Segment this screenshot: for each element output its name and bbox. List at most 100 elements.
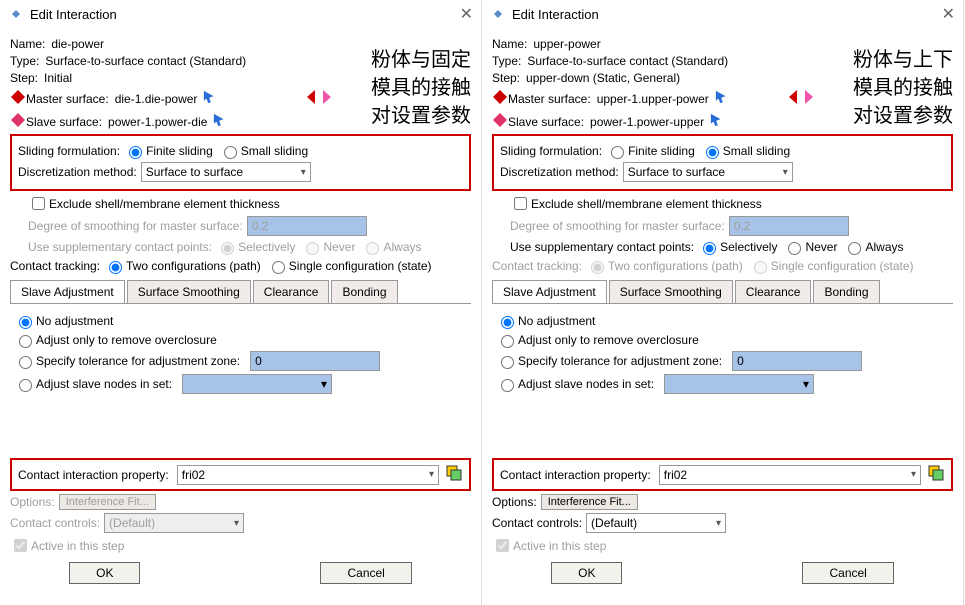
- slave-surface-value: power-1.power-die: [108, 115, 207, 129]
- pointer-icon[interactable]: [710, 113, 724, 130]
- tracking-label: Contact tracking:: [492, 259, 582, 273]
- smoothing-label: Degree of smoothing for master surface:: [510, 219, 725, 233]
- tab-clearance[interactable]: Clearance: [735, 280, 812, 303]
- finite-sliding-radio[interactable]: Finite sliding: [606, 143, 695, 159]
- pointer-icon[interactable]: [203, 90, 217, 107]
- tolerance-field[interactable]: 0: [250, 351, 380, 371]
- window-title: Edit Interaction: [512, 7, 942, 22]
- chevron-down-icon: ▾: [301, 167, 306, 178]
- active-step-checkbox: Active in this step: [10, 536, 124, 555]
- slave-surface-icon: [492, 112, 508, 131]
- chevron-down-icon: ▾: [716, 518, 721, 529]
- window-title: Edit Interaction: [30, 7, 460, 22]
- supp-label: Use supplementary contact points:: [510, 240, 694, 254]
- slave-nodes-radio[interactable]: Adjust slave nodes in set:: [496, 376, 654, 392]
- two-config-radio[interactable]: Two configurations (path): [104, 258, 261, 274]
- right-dialog: Edit Interaction ✕ 粉体与上下 模具的接触 对设置参数 Nam…: [482, 0, 964, 605]
- single-config-radio[interactable]: Single configuration (state): [267, 258, 432, 274]
- titlebar: Edit Interaction ✕: [0, 0, 481, 28]
- step-value: upper-down (Static, General): [526, 71, 680, 85]
- name-value: upper-power: [533, 37, 600, 51]
- slave-nodes-field[interactable]: ▾: [182, 374, 332, 394]
- app-icon: [490, 6, 506, 22]
- close-icon[interactable]: ✕: [942, 4, 955, 24]
- slave-surface-value: power-1.power-upper: [590, 115, 704, 129]
- cancel-button[interactable]: Cancel: [320, 562, 411, 584]
- interference-fit-button[interactable]: Interference Fit...: [541, 494, 638, 510]
- property-label: Contact interaction property:: [500, 468, 651, 482]
- always-radio[interactable]: Always: [843, 239, 903, 255]
- tolerance-radio[interactable]: Specify tolerance for adjustment zone:: [14, 353, 240, 369]
- discretization-dropdown[interactable]: Surface to surface▾: [141, 162, 311, 182]
- close-icon[interactable]: ✕: [460, 4, 473, 24]
- finite-sliding-radio[interactable]: Finite sliding: [124, 143, 213, 159]
- remove-overclosure-radio[interactable]: Adjust only to remove overclosure: [496, 332, 699, 348]
- no-adjustment-radio[interactable]: No adjustment: [14, 313, 113, 329]
- discretization-dropdown[interactable]: Surface to surface▾: [623, 162, 793, 182]
- step-label: Step:: [492, 71, 520, 85]
- ok-button[interactable]: OK: [551, 562, 622, 584]
- never-radio[interactable]: Never: [783, 239, 837, 255]
- tab-clearance[interactable]: Clearance: [253, 280, 330, 303]
- swap-surfaces-icon[interactable]: [789, 88, 813, 109]
- exclude-shell-checkbox[interactable]: Exclude shell/membrane element thickness: [510, 194, 762, 213]
- pointer-icon[interactable]: [213, 113, 227, 130]
- tab-bonding[interactable]: Bonding: [331, 280, 397, 303]
- master-surface-icon: [10, 89, 26, 108]
- smoothing-label: Degree of smoothing for master surface:: [28, 219, 243, 233]
- controls-dropdown[interactable]: (Default)▾: [586, 513, 726, 533]
- edit-property-icon[interactable]: [445, 464, 463, 485]
- slave-surface-label: Slave surface:: [26, 115, 102, 129]
- interference-fit-button: Interference Fit...: [59, 494, 156, 510]
- tab-bonding[interactable]: Bonding: [813, 280, 879, 303]
- slave-nodes-field[interactable]: ▾: [664, 374, 814, 394]
- property-label: Contact interaction property:: [18, 468, 169, 482]
- tabs: Slave Adjustment Surface Smoothing Clear…: [492, 280, 953, 304]
- active-step-checkbox: Active in this step: [492, 536, 606, 555]
- formulation-highlight: Sliding formulation: Finite sliding Smal…: [492, 134, 953, 191]
- name-value: die-power: [51, 37, 104, 51]
- slave-surface-icon: [10, 112, 26, 131]
- swap-surfaces-icon[interactable]: [307, 88, 331, 109]
- app-icon: [8, 6, 24, 22]
- controls-dropdown: (Default)▾: [104, 513, 244, 533]
- annotation-text: 粉体与固定 模具的接触 对设置参数: [371, 46, 471, 130]
- annotation-text: 粉体与上下 模具的接触 对设置参数: [853, 46, 953, 130]
- ok-button[interactable]: OK: [69, 562, 140, 584]
- tracking-label: Contact tracking:: [10, 259, 100, 273]
- titlebar: Edit Interaction ✕: [482, 0, 963, 28]
- cancel-button[interactable]: Cancel: [802, 562, 893, 584]
- master-surface-value: upper-1.upper-power: [597, 92, 709, 106]
- tab-slave-adjustment[interactable]: Slave Adjustment: [492, 280, 607, 303]
- exclude-shell-checkbox[interactable]: Exclude shell/membrane element thickness: [28, 194, 280, 213]
- tab-slave-adjustment[interactable]: Slave Adjustment: [10, 280, 125, 303]
- no-adjustment-radio[interactable]: No adjustment: [496, 313, 595, 329]
- step-label: Step:: [10, 71, 38, 85]
- property-dropdown[interactable]: fri02▾: [177, 465, 439, 485]
- options-label: Options:: [492, 495, 537, 509]
- name-label: Name:: [492, 37, 527, 51]
- type-label: Type:: [10, 54, 39, 68]
- tab-surface-smoothing[interactable]: Surface Smoothing: [609, 280, 733, 303]
- controls-label: Contact controls:: [10, 516, 100, 530]
- smoothing-field: 0.2: [729, 216, 849, 236]
- selectively-radio[interactable]: Selectively: [698, 239, 777, 255]
- step-value: Initial: [44, 71, 72, 85]
- tolerance-field[interactable]: 0: [732, 351, 862, 371]
- property-dropdown[interactable]: fri02▾: [659, 465, 921, 485]
- formulation-highlight: Sliding formulation: Finite sliding Smal…: [10, 134, 471, 191]
- remove-overclosure-radio[interactable]: Adjust only to remove overclosure: [14, 332, 217, 348]
- pointer-icon[interactable]: [715, 90, 729, 107]
- chevron-down-icon: ▾: [321, 377, 327, 391]
- slave-nodes-radio[interactable]: Adjust slave nodes in set:: [14, 376, 172, 392]
- chevron-down-icon: ▾: [783, 167, 788, 178]
- tab-surface-smoothing[interactable]: Surface Smoothing: [127, 280, 251, 303]
- left-dialog: Edit Interaction ✕ 粉体与固定 模具的接触 对设置参数 Nam…: [0, 0, 482, 605]
- type-value: Surface-to-surface contact (Standard): [45, 54, 246, 68]
- edit-property-icon[interactable]: [927, 464, 945, 485]
- tolerance-radio[interactable]: Specify tolerance for adjustment zone:: [496, 353, 722, 369]
- controls-label: Contact controls:: [492, 516, 582, 530]
- small-sliding-radio[interactable]: Small sliding: [219, 143, 308, 159]
- discretization-label: Discretization method:: [18, 165, 137, 179]
- small-sliding-radio[interactable]: Small sliding: [701, 143, 790, 159]
